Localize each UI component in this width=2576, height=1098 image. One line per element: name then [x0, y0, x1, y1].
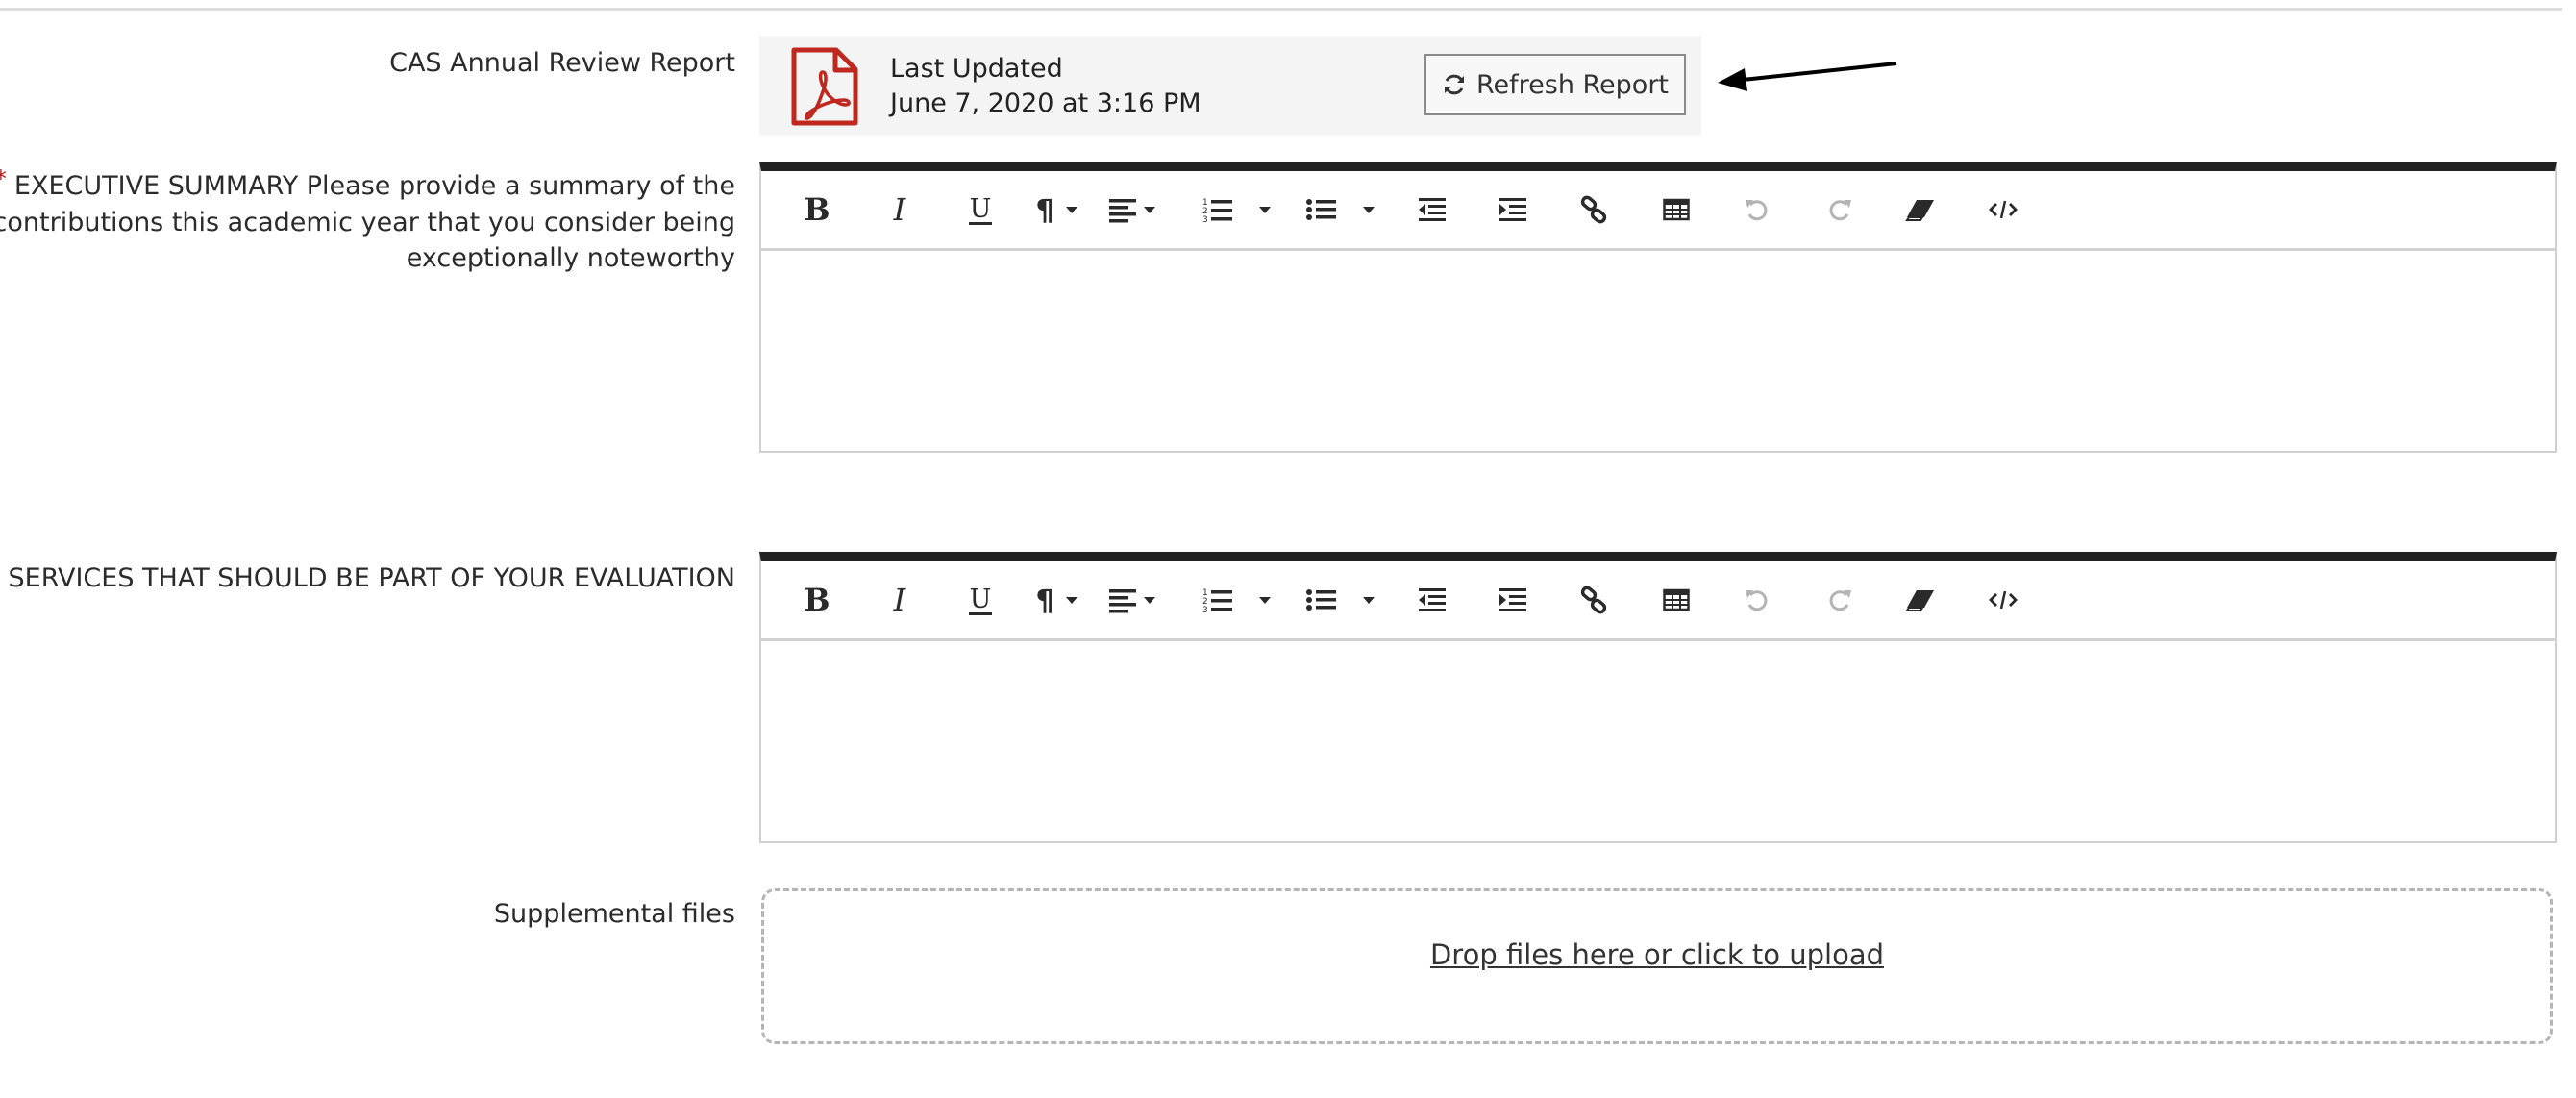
indent-icon	[1498, 586, 1528, 613]
indent-icon	[1498, 196, 1528, 223]
undo-button[interactable]	[1738, 561, 1776, 638]
svg-text:B: B	[804, 584, 830, 616]
bold-icon: B	[803, 584, 831, 616]
supplemental-files-label: Supplemental files	[493, 899, 735, 929]
refresh-report-button[interactable]: Refresh Report	[1424, 54, 1686, 115]
required-marker: *	[0, 165, 7, 192]
eraser-icon	[1905, 197, 1936, 222]
table-icon	[1663, 588, 1690, 611]
align-button[interactable]	[1105, 171, 1163, 248]
bold-button[interactable]: B	[798, 561, 836, 638]
bold-button[interactable]: B	[798, 171, 836, 248]
report-field-label: CAS Annual Review Report	[389, 48, 735, 78]
outdent-icon	[1417, 196, 1448, 223]
align-button[interactable]	[1105, 561, 1163, 638]
executive-summary-editor: B I U ¶ 1 2 3	[759, 162, 2557, 453]
executive-summary-label: *EXECUTIVE SUMMARY Please provide a summ…	[0, 165, 735, 276]
paragraph-icon: ¶	[1033, 195, 1085, 224]
underline-icon: U	[966, 192, 995, 227]
link-icon	[1579, 586, 1608, 614]
italic-button[interactable]: I	[880, 171, 919, 248]
eraser-button[interactable]	[1901, 561, 1940, 638]
report-panel: Last Updated June 7, 2020 at 3:16 PM Ref…	[759, 36, 1701, 136]
dropzone-text: Drop files here or click to upload	[1429, 938, 1885, 971]
svg-text:I: I	[893, 584, 907, 616]
svg-text:I: I	[893, 193, 907, 226]
ordered-list-button[interactable]: 123	[1201, 171, 1278, 248]
top-divider	[0, 8, 2562, 11]
ordered-list-icon: 123	[1201, 195, 1278, 224]
code-view-icon	[1988, 587, 2019, 612]
executive-summary-label-line3: exceptionally noteworthy	[406, 243, 735, 273]
code-view-button[interactable]	[1984, 171, 2022, 248]
link-button[interactable]	[1574, 561, 1613, 638]
other-services-textarea[interactable]	[761, 641, 2555, 841]
file-dropzone[interactable]: Drop files here or click to upload	[761, 888, 2553, 1044]
table-button[interactable]	[1657, 171, 1696, 248]
table-button[interactable]	[1657, 561, 1696, 638]
undo-button[interactable]	[1738, 171, 1776, 248]
editor-toolbar: B I U ¶ 1 2 3	[761, 171, 2555, 251]
align-icon	[1107, 586, 1161, 614]
code-view-button[interactable]	[1984, 561, 2022, 638]
italic-icon: I	[885, 193, 914, 226]
outdent-icon	[1417, 586, 1448, 613]
svg-text:3: 3	[1202, 606, 1208, 614]
code-view-icon	[1988, 197, 2019, 222]
svg-text:3: 3	[1202, 215, 1208, 224]
indent-button[interactable]	[1494, 561, 1532, 638]
underline-icon: U	[966, 583, 995, 617]
pdf-file-icon[interactable]	[790, 47, 859, 126]
eraser-icon	[1905, 587, 1936, 612]
redo-icon	[1826, 586, 1853, 613]
executive-summary-textarea[interactable]	[761, 251, 2555, 451]
indent-button[interactable]	[1494, 171, 1532, 248]
executive-summary-label-line2: contributions this academic year that yo…	[0, 208, 735, 237]
underline-button[interactable]: U	[961, 171, 1000, 248]
other-services-editor: B I U ¶ 1 2 3	[759, 552, 2557, 843]
paragraph-button[interactable]: ¶	[1030, 171, 1088, 248]
table-icon	[1663, 198, 1690, 221]
last-updated-date: June 7, 2020 at 3:16 PM	[890, 88, 1201, 118]
redo-icon	[1826, 196, 1853, 223]
redo-button[interactable]	[1821, 561, 1859, 638]
editor-toolbar: B I U ¶ 1 2 3	[761, 561, 2555, 641]
svg-text:¶: ¶	[1035, 586, 1053, 614]
paragraph-button[interactable]: ¶	[1030, 561, 1088, 638]
refresh-report-label: Refresh Report	[1475, 69, 1670, 100]
unordered-list-button[interactable]	[1305, 561, 1382, 638]
unordered-list-icon	[1305, 586, 1382, 614]
executive-summary-label-line1: EXECUTIVE SUMMARY Please provide a summa…	[13, 171, 735, 201]
svg-text:U: U	[970, 585, 992, 614]
refresh-icon	[1444, 74, 1464, 95]
italic-icon: I	[885, 584, 914, 616]
paragraph-icon: ¶	[1033, 586, 1085, 614]
unordered-list-button[interactable]	[1305, 171, 1382, 248]
eraser-button[interactable]	[1901, 171, 1940, 248]
unordered-list-icon	[1305, 195, 1382, 224]
svg-text:¶: ¶	[1035, 195, 1053, 224]
italic-button[interactable]: I	[880, 561, 919, 638]
align-icon	[1107, 195, 1161, 224]
underline-button[interactable]: U	[961, 561, 1000, 638]
svg-text:B: B	[804, 193, 830, 226]
link-button[interactable]	[1574, 171, 1613, 248]
other-services-label: THER SERVICES THAT SHOULD BE PART OF YOU…	[0, 563, 735, 593]
annotation-arrow	[1718, 62, 1897, 91]
ordered-list-button[interactable]: 123	[1201, 561, 1278, 638]
undo-icon	[1744, 586, 1771, 613]
link-icon	[1579, 195, 1608, 224]
svg-text:U: U	[970, 194, 992, 224]
outdent-button[interactable]	[1413, 561, 1451, 638]
ordered-list-icon: 123	[1201, 586, 1278, 614]
undo-icon	[1744, 196, 1771, 223]
bold-icon: B	[803, 193, 831, 226]
outdent-button[interactable]	[1413, 171, 1451, 248]
redo-button[interactable]	[1821, 171, 1859, 248]
last-updated-title: Last Updated	[890, 54, 1063, 84]
